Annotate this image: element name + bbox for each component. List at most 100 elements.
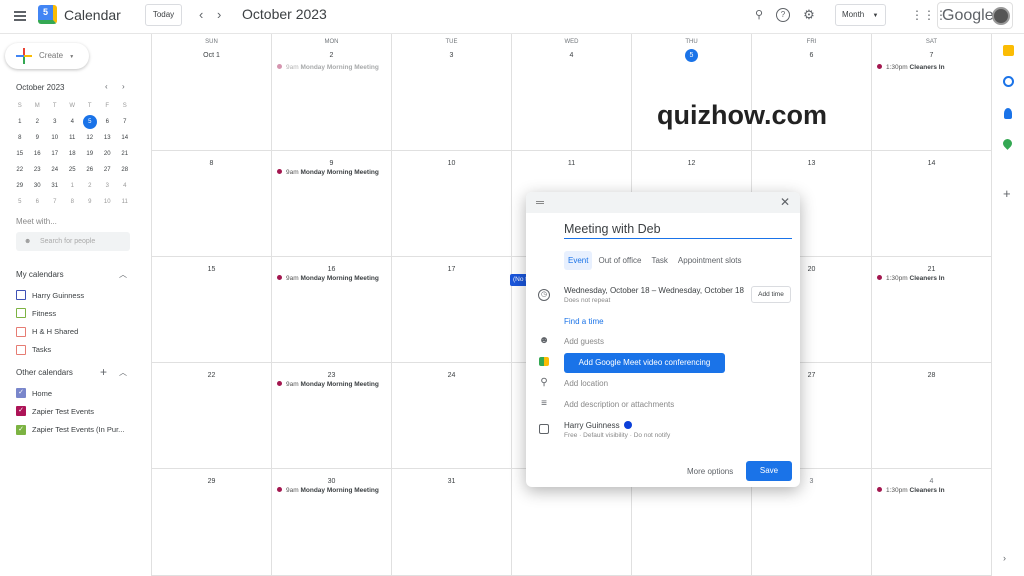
event-chip[interactable]: 9am Monday Morning Meeting — [277, 275, 379, 282]
keep-icon[interactable] — [1003, 45, 1014, 56]
checkbox-icon[interactable]: ✓ — [16, 424, 26, 435]
event-chip[interactable]: 1:30pm Cleaners In — [877, 64, 945, 71]
day-number[interactable]: 28 — [872, 369, 991, 382]
day-number[interactable]: 31 — [392, 475, 511, 488]
mini-day[interactable]: 23 — [29, 162, 47, 178]
add-guests-input[interactable]: Add guests — [564, 337, 604, 346]
day-number[interactable]: 17 — [392, 263, 511, 276]
maps-icon[interactable] — [1001, 137, 1014, 150]
day-number[interactable]: 12 — [632, 157, 751, 170]
mini-day[interactable]: 10 — [99, 194, 117, 210]
next-month-button[interactable]: › — [217, 7, 221, 22]
search-people-input[interactable]: ☻ Search for people — [16, 232, 130, 251]
tab-out-of-office[interactable]: Out of office — [594, 251, 645, 270]
checkbox-icon[interactable] — [16, 290, 26, 300]
calendar-item[interactable]: H & H Shared — [16, 326, 78, 337]
mini-day[interactable]: 3 — [46, 114, 64, 130]
mini-day[interactable]: 3 — [99, 178, 117, 194]
chevron-up-icon[interactable]: ︿ — [119, 367, 127, 378]
day-number[interactable]: 3 — [392, 49, 511, 62]
day-number[interactable]: 4 — [512, 49, 631, 62]
close-icon[interactable]: ✕ — [780, 195, 790, 209]
mini-day[interactable]: 7 — [116, 114, 134, 130]
calendar-item[interactable]: Harry Guinness — [16, 290, 84, 300]
day-number[interactable]: 6 — [752, 49, 871, 62]
mini-day[interactable]: 9 — [29, 130, 47, 146]
contacts-icon[interactable] — [1004, 108, 1012, 119]
event-chip[interactable]: 1:30pm Cleaners In — [877, 275, 945, 282]
day-cell[interactable]: 9 9am Monday Morning Meeting — [272, 151, 392, 257]
day-cell[interactable]: MON 2 9am Monday Morning Meeting — [272, 34, 392, 151]
mini-day[interactable]: 8 — [64, 194, 82, 210]
tab-task[interactable]: Task — [647, 251, 671, 270]
mini-next-button[interactable]: › — [122, 82, 125, 91]
chevron-right-icon[interactable]: › — [1003, 553, 1014, 564]
day-number[interactable]: 29 — [152, 475, 271, 488]
event-chip[interactable]: 9am Monday Morning Meeting — [277, 169, 379, 176]
event-chip[interactable]: 9am Monday Morning Meeting — [277, 64, 379, 71]
day-cell[interactable]: 22 — [152, 363, 272, 469]
main-menu-icon[interactable] — [14, 11, 26, 21]
add-description-input[interactable]: Add description or attachments — [564, 400, 674, 409]
event-chip[interactable]: 9am Monday Morning Meeting — [277, 487, 379, 494]
day-cell[interactable]: FRI 6 — [752, 34, 872, 151]
event-chip[interactable]: 9am Monday Morning Meeting — [277, 381, 379, 388]
apps-grid-icon[interactable]: ⋮⋮⋮ — [911, 8, 947, 22]
chevron-up-icon[interactable]: ︿ — [119, 269, 127, 280]
mini-day[interactable]: 29 — [11, 178, 29, 194]
day-cell[interactable]: THU 5 — [632, 34, 752, 151]
day-number[interactable]: 11 — [512, 157, 631, 170]
mini-day[interactable]: 7 — [46, 194, 64, 210]
day-cell[interactable]: SUN Oct 1 — [152, 34, 272, 151]
calendar-item[interactable]: ✓ Home — [16, 388, 52, 398]
drag-handle-icon[interactable] — [536, 201, 544, 204]
day-cell[interactable]: 15 — [152, 257, 272, 363]
more-options-button[interactable]: More options — [687, 467, 733, 476]
mini-day[interactable]: 13 — [99, 130, 117, 146]
day-cell[interactable]: 16 9am Monday Morning Meeting — [272, 257, 392, 363]
tasks-icon[interactable] — [1003, 76, 1014, 87]
calendar-item[interactable]: ✓ Zapier Test Events (In Pur... — [16, 424, 124, 435]
mini-day[interactable]: 5 — [11, 194, 29, 210]
day-cell[interactable]: 23 9am Monday Morning Meeting — [272, 363, 392, 469]
day-number[interactable]: 2 — [272, 49, 391, 62]
day-number[interactable]: 7 — [872, 49, 991, 62]
event-chip[interactable]: 1:30pm Cleaners In — [877, 487, 945, 494]
mini-day[interactable]: 26 — [81, 162, 99, 178]
checkbox-icon[interactable]: ✓ — [16, 406, 26, 417]
mini-day[interactable]: 14 — [116, 130, 134, 146]
day-cell[interactable]: 8 — [152, 151, 272, 257]
calendar-selector[interactable]: Harry Guinness Free · Default visibility … — [564, 421, 670, 439]
mini-day[interactable]: 24 — [46, 162, 64, 178]
mini-day[interactable]: 11 — [64, 130, 82, 146]
my-calendars-title[interactable]: My calendars — [16, 270, 64, 279]
day-cell[interactable]: 21 1:30pm Cleaners In — [872, 257, 992, 363]
calendar-item[interactable]: ✓ Zapier Test Events — [16, 406, 94, 417]
mini-day[interactable]: 5 — [82, 115, 97, 129]
mini-day[interactable]: 21 — [116, 146, 134, 162]
day-number[interactable]: 22 — [152, 369, 271, 382]
tab-event[interactable]: Event — [564, 251, 593, 270]
mini-day[interactable]: 20 — [99, 146, 117, 162]
repeat-text[interactable]: Does not repeat — [564, 297, 744, 304]
date-range-text[interactable]: Wednesday, October 18 – Wednesday, Octob… — [564, 286, 744, 295]
mini-day[interactable]: 2 — [29, 114, 47, 130]
avatar[interactable] — [992, 7, 1010, 25]
find-a-time-link[interactable]: Find a time — [564, 317, 604, 326]
day-number[interactable]: 5 — [685, 49, 698, 62]
day-cell[interactable]: 10 — [392, 151, 512, 257]
previous-month-button[interactable]: ‹ — [199, 7, 203, 22]
create-button[interactable]: Create ▼ — [5, 43, 89, 69]
day-cell[interactable]: 31 — [392, 469, 512, 576]
mini-day[interactable]: 30 — [29, 178, 47, 194]
today-button[interactable]: Today — [145, 4, 182, 26]
help-icon[interactable]: ? — [776, 8, 790, 22]
add-time-button[interactable]: Add time — [751, 286, 791, 303]
tab-appointment-slots[interactable]: Appointment slots — [674, 251, 746, 270]
day-number[interactable]: Oct 1 — [152, 49, 271, 62]
day-number[interactable]: 24 — [392, 369, 511, 382]
event-title-input[interactable] — [564, 222, 792, 239]
add-addon-plus-icon[interactable]: + — [1003, 187, 1014, 200]
mini-day[interactable]: 6 — [99, 114, 117, 130]
day-number[interactable]: 13 — [752, 157, 871, 170]
